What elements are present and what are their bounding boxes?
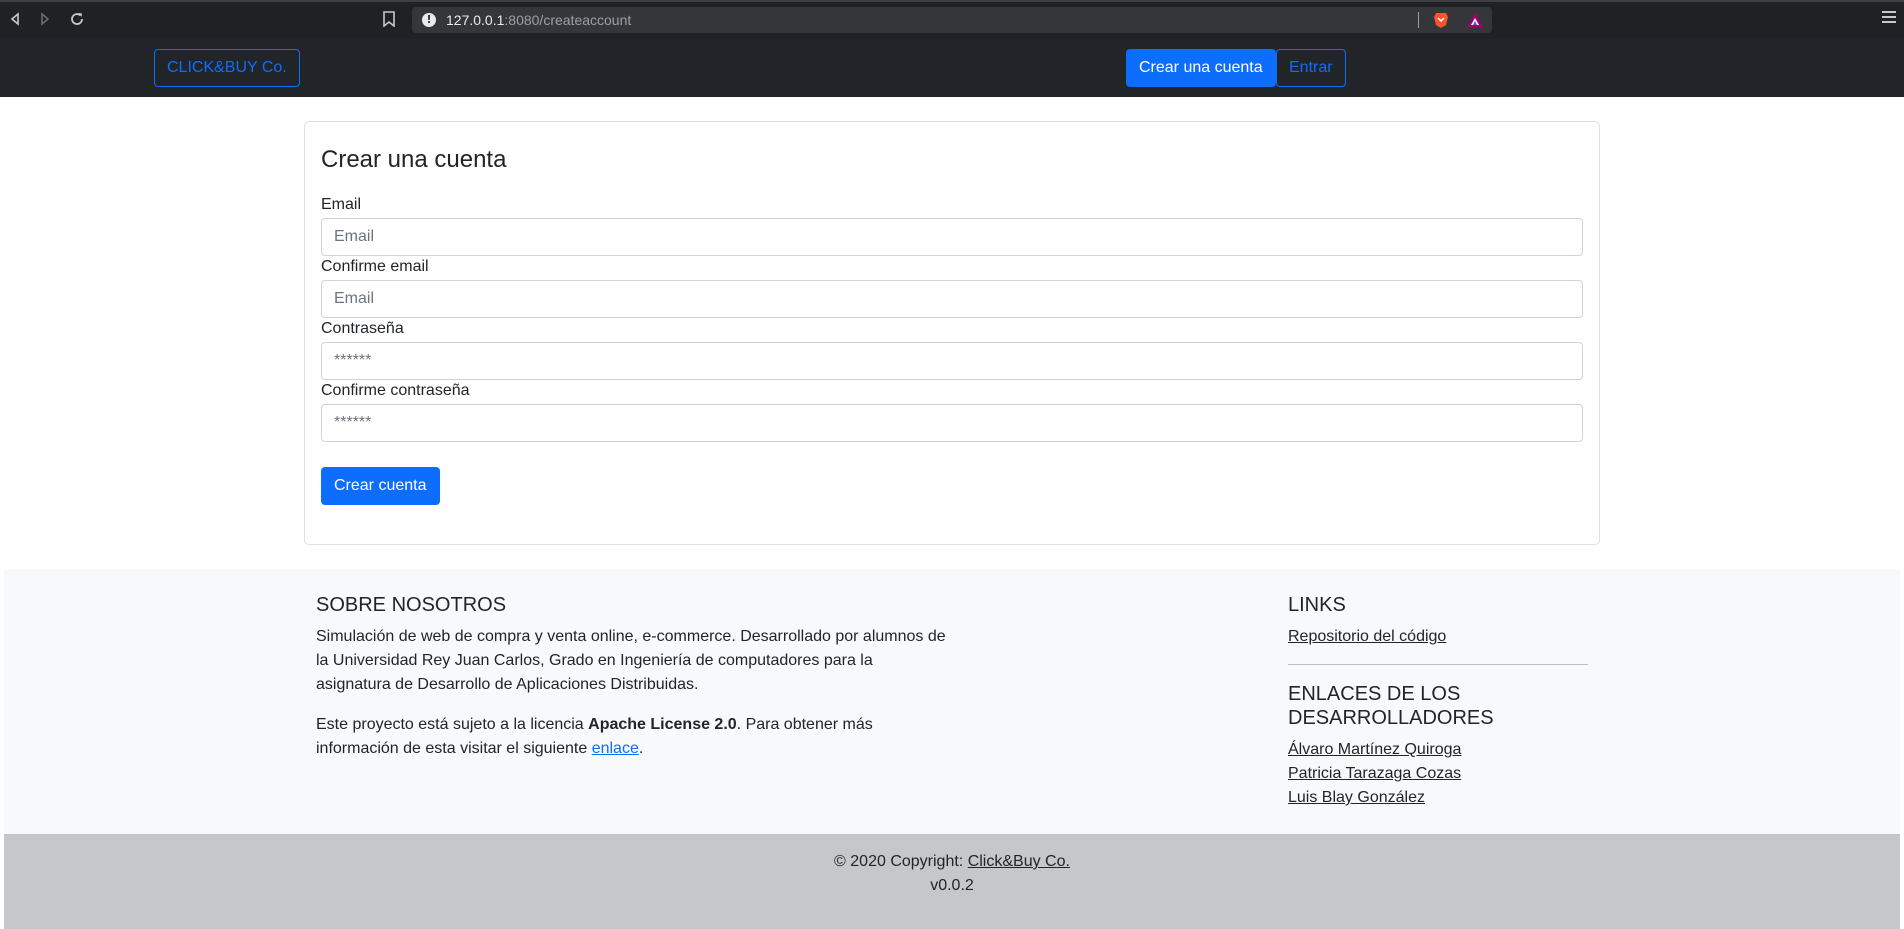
browser-toolbar: ! 127.0.0.1:8080/createaccount bbox=[0, 0, 1904, 38]
brave-shield-icon[interactable] bbox=[1432, 11, 1450, 29]
license-post: . bbox=[638, 740, 644, 757]
footer-divider bbox=[1288, 664, 1588, 665]
create-account-card: Crear una cuenta Email Confirme email Co… bbox=[304, 121, 1600, 545]
license-text: Este proyecto está sujeto a la licencia … bbox=[316, 713, 896, 761]
password-label: Contraseña bbox=[321, 320, 404, 337]
menu-icon[interactable] bbox=[1882, 11, 1896, 25]
copyright-prefix: © 2020 Copyright: bbox=[834, 853, 968, 870]
dev-link[interactable]: Luis Blay González bbox=[1288, 786, 1425, 810]
reload-icon[interactable] bbox=[68, 10, 86, 28]
devs-title-line2: DESARROLLADORES bbox=[1288, 707, 1494, 729]
copyright-line: © 2020 Copyright: Click&Buy Co. bbox=[4, 850, 1900, 874]
email-field[interactable] bbox=[321, 218, 1583, 256]
url-divider bbox=[1418, 12, 1419, 28]
license-pre: Este proyecto está sujeto a la licencia bbox=[316, 716, 589, 733]
confirm-email-field[interactable] bbox=[321, 280, 1583, 318]
url-path: :8080/createaccount bbox=[504, 12, 632, 28]
url-text: 127.0.0.1:8080/createaccount bbox=[446, 12, 631, 28]
password-field[interactable] bbox=[321, 342, 1583, 380]
brand-button[interactable]: CLICK&BUY Co. bbox=[154, 49, 300, 87]
address-bar[interactable]: ! 127.0.0.1:8080/createaccount bbox=[412, 7, 1492, 33]
copyright-bar: © 2020 Copyright: Click&Buy Co. v0.0.2 bbox=[4, 834, 1900, 929]
links-title: LINKS bbox=[1288, 594, 1346, 616]
create-account-button[interactable]: Crear una cuenta bbox=[1126, 49, 1276, 87]
confirm-password-field[interactable] bbox=[321, 404, 1583, 442]
bookmark-icon[interactable] bbox=[382, 11, 396, 28]
footer: SOBRE NOSOTROS Simulación de web de comp… bbox=[4, 569, 1900, 834]
card-title: Crear una cuenta bbox=[321, 146, 507, 173]
login-button[interactable]: Entrar bbox=[1276, 49, 1346, 87]
url-host: 127.0.0.1 bbox=[446, 12, 505, 28]
about-title: SOBRE NOSOTROS bbox=[316, 594, 507, 616]
license-name: Apache License 2.0 bbox=[588, 716, 737, 733]
create-account-submit-button[interactable]: Crear cuenta bbox=[321, 467, 440, 505]
version-text: v0.0.2 bbox=[930, 877, 974, 894]
license-link[interactable]: enlace bbox=[592, 740, 639, 757]
rewards-triangle-icon[interactable] bbox=[1466, 12, 1484, 28]
site-info-icon[interactable]: ! bbox=[422, 13, 436, 27]
dev-link[interactable]: Álvaro Martínez Quiroga bbox=[1288, 738, 1461, 762]
confirm-password-label: Confirme contraseña bbox=[321, 382, 470, 399]
copyright-link[interactable]: Click&Buy Co. bbox=[968, 853, 1070, 870]
tab-strip bbox=[0, 0, 1904, 2]
email-label: Email bbox=[321, 196, 362, 213]
dev-link[interactable]: Patricia Tarazaga Cozas bbox=[1288, 762, 1461, 786]
repo-link[interactable]: Repositorio del código bbox=[1288, 625, 1446, 649]
devs-title-line1: ENLACES DE LOS bbox=[1288, 683, 1461, 705]
forward-icon[interactable] bbox=[36, 10, 54, 28]
back-icon[interactable] bbox=[6, 10, 24, 28]
about-text: Simulación de web de compra y venta onli… bbox=[316, 628, 946, 693]
confirm-email-label: Confirme email bbox=[321, 258, 429, 275]
site-navbar: CLICK&BUY Co. Crear una cuenta Entrar bbox=[0, 38, 1904, 97]
